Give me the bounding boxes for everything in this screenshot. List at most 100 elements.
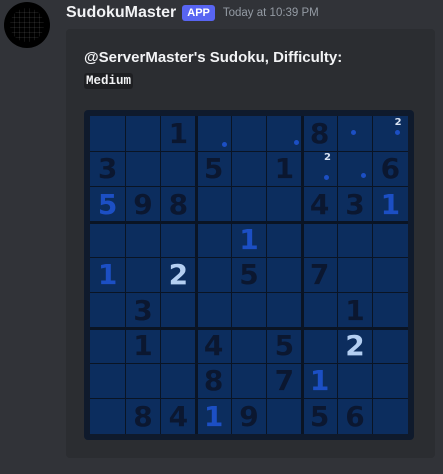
sudoku-cell[interactable]: 2 — [337, 328, 372, 363]
grid-divider — [90, 326, 408, 330]
sudoku-cell[interactable]: 5 — [267, 328, 302, 363]
sudoku-cell[interactable]: 8 — [125, 399, 160, 434]
sudoku-cell[interactable] — [125, 363, 160, 398]
message-timestamp[interactable]: Today at 10:39 PM — [223, 7, 319, 19]
sudoku-cell[interactable]: 5 — [196, 151, 231, 186]
sudoku-cell[interactable] — [373, 293, 408, 328]
sudoku-cell[interactable]: 1 — [196, 399, 231, 434]
sudoku-cell[interactable] — [302, 151, 337, 186]
sudoku-cell[interactable]: 4 — [302, 187, 337, 222]
sudoku-cell[interactable] — [373, 399, 408, 434]
sudoku-cell[interactable]: 3 — [90, 151, 125, 186]
sudoku-cell[interactable] — [231, 187, 266, 222]
sudoku-cell[interactable]: 1 — [231, 222, 266, 257]
sudoku-cell[interactable]: 5 — [90, 187, 125, 222]
sudoku-cell[interactable]: 8 — [161, 187, 196, 222]
sudoku-cell[interactable]: 6 — [337, 399, 372, 434]
sudoku-cell[interactable]: 1 — [373, 187, 408, 222]
note-dot — [293, 140, 299, 145]
sudoku-cell[interactable]: 5 — [231, 257, 266, 292]
sudoku-cell[interactable]: 6 — [373, 151, 408, 186]
sudoku-cell[interactable] — [161, 293, 196, 328]
sudoku-cell[interactable]: 1 — [337, 293, 372, 328]
grid-divider — [90, 186, 408, 188]
sudoku-cell[interactable]: 3 — [337, 187, 372, 222]
sudoku-cell[interactable] — [302, 328, 337, 363]
grid-divider — [300, 116, 304, 434]
grid-divider — [372, 116, 374, 434]
sudoku-cell[interactable]: 5 — [302, 399, 337, 434]
sudoku-cell[interactable] — [267, 257, 302, 292]
sudoku-cell[interactable]: 1 — [90, 257, 125, 292]
message-header: SudokuMaster APP Today at 10:39 PM — [66, 4, 319, 22]
sudoku-cell[interactable] — [231, 151, 266, 186]
sudoku-cell[interactable]: 7 — [267, 363, 302, 398]
sudoku-cell[interactable] — [196, 187, 231, 222]
sudoku-cell[interactable]: 1 — [125, 328, 160, 363]
sudoku-cell[interactable] — [302, 293, 337, 328]
sudoku-cell[interactable] — [337, 222, 372, 257]
sudoku-board[interactable]: 1835165984311125731145287184195622 — [84, 110, 414, 440]
app-badge: APP — [182, 5, 215, 21]
sudoku-cell[interactable]: 2 — [161, 257, 196, 292]
sudoku-cell[interactable] — [337, 363, 372, 398]
bot-avatar[interactable] — [4, 2, 50, 48]
sudoku-cell[interactable] — [231, 116, 266, 151]
sudoku-cell[interactable] — [373, 222, 408, 257]
sudoku-cell[interactable]: 1 — [302, 363, 337, 398]
sudoku-cell[interactable] — [196, 293, 231, 328]
grid-divider — [90, 150, 408, 152]
pencil-note: 2 — [394, 117, 402, 128]
sudoku-cell[interactable] — [231, 363, 266, 398]
sudoku-cell[interactable]: 9 — [125, 187, 160, 222]
grid-divider — [336, 116, 338, 434]
grid-divider — [90, 362, 408, 364]
grid-divider — [90, 220, 408, 224]
note-dot — [394, 130, 400, 135]
sudoku-cell[interactable] — [90, 293, 125, 328]
sudoku-cell[interactable] — [161, 151, 196, 186]
sudoku-cell[interactable] — [337, 257, 372, 292]
sudoku-embed: @ServerMaster's Sudoku, Difficulty: Medi… — [66, 29, 435, 458]
sudoku-cell[interactable] — [267, 399, 302, 434]
sudoku-cell[interactable] — [267, 187, 302, 222]
sudoku-cell[interactable] — [373, 363, 408, 398]
sudoku-cell[interactable] — [373, 257, 408, 292]
sudoku-cell[interactable]: 1 — [267, 151, 302, 186]
sudoku-cell[interactable] — [161, 222, 196, 257]
sudoku-cell[interactable] — [267, 116, 302, 151]
author-name[interactable]: SudokuMaster — [66, 4, 176, 22]
sudoku-cell[interactable] — [302, 222, 337, 257]
sudoku-cell[interactable] — [267, 293, 302, 328]
sudoku-cell[interactable] — [90, 399, 125, 434]
sudoku-cell[interactable] — [196, 257, 231, 292]
sudoku-cell[interactable]: 9 — [231, 399, 266, 434]
sudoku-cell[interactable] — [90, 328, 125, 363]
sudoku-cell[interactable]: 4 — [161, 399, 196, 434]
note-dot — [222, 142, 227, 147]
sudoku-cell[interactable] — [161, 363, 196, 398]
sudoku-cell[interactable]: 3 — [125, 293, 160, 328]
sudoku-cell[interactable] — [373, 116, 408, 151]
grid-divider — [160, 116, 162, 434]
sudoku-cell[interactable] — [90, 363, 125, 398]
sudoku-cell[interactable] — [231, 328, 266, 363]
sudoku-cell[interactable] — [125, 257, 160, 292]
grid-divider — [90, 256, 408, 258]
sudoku-cell[interactable] — [125, 116, 160, 151]
sudoku-cell[interactable]: 8 — [196, 363, 231, 398]
sudoku-cell[interactable] — [161, 328, 196, 363]
sudoku-cell[interactable] — [337, 151, 372, 186]
sudoku-cell[interactable] — [90, 116, 125, 151]
sudoku-cell[interactable]: 7 — [302, 257, 337, 292]
sudoku-cell[interactable] — [231, 293, 266, 328]
sudoku-cell[interactable]: 8 — [302, 116, 337, 151]
sudoku-cell[interactable] — [125, 222, 160, 257]
sudoku-cell[interactable] — [196, 222, 231, 257]
sudoku-cell[interactable]: 4 — [196, 328, 231, 363]
sudoku-cell[interactable]: 1 — [161, 116, 196, 151]
sudoku-cell[interactable] — [90, 222, 125, 257]
sudoku-cell[interactable] — [125, 151, 160, 186]
sudoku-cell[interactable] — [373, 328, 408, 363]
sudoku-cell[interactable] — [267, 222, 302, 257]
